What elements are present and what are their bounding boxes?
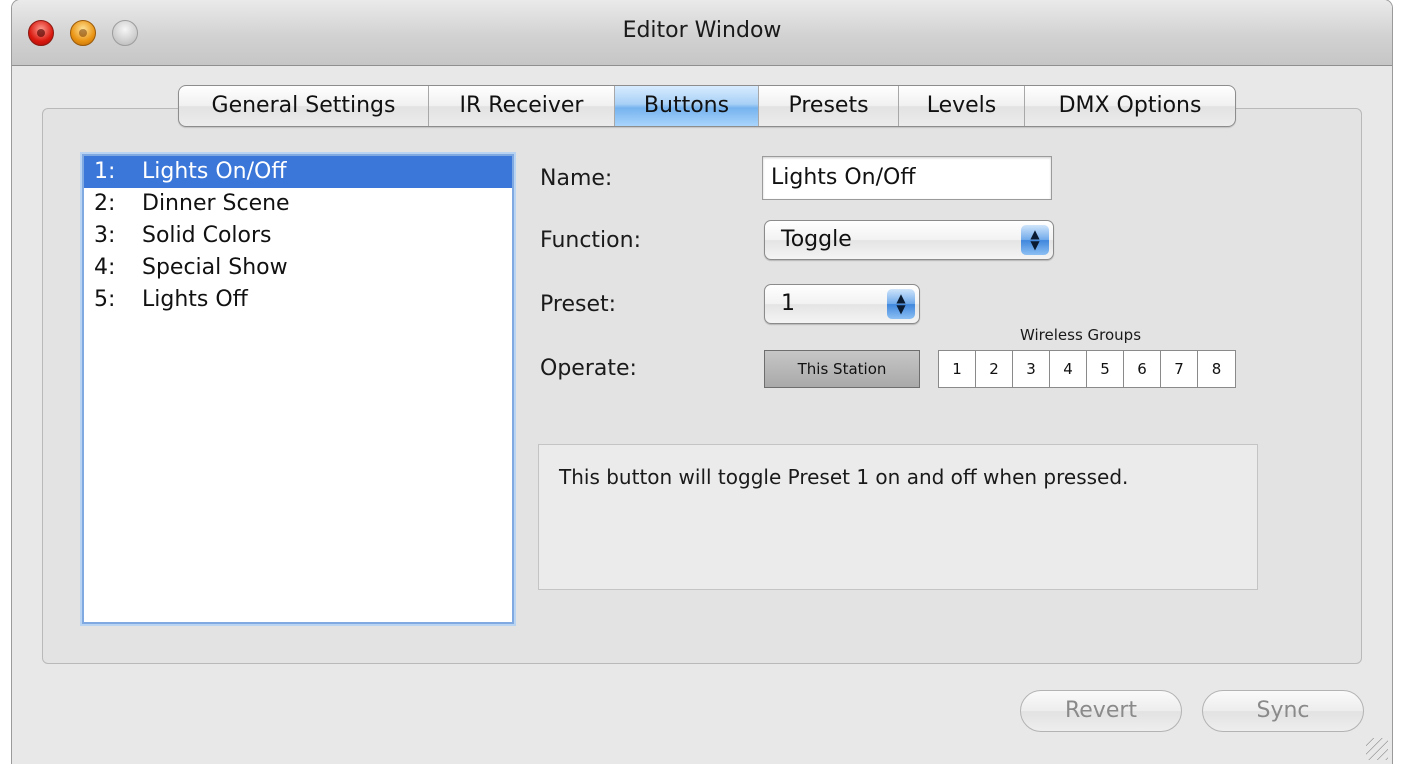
tab-levels[interactable]: Levels	[899, 86, 1025, 126]
window-title: Editor Window	[622, 18, 782, 43]
wireless-groups-selector: 1 2 3 4 5 6 7 8	[938, 350, 1236, 388]
wireless-group-button[interactable]: 5	[1087, 351, 1124, 387]
resize-grip-icon[interactable]	[1366, 738, 1388, 760]
list-item[interactable]: 5: Lights Off	[84, 284, 512, 316]
up-down-arrows-icon: ▲ ▼	[887, 289, 915, 319]
name-label: Name:	[540, 166, 613, 191]
wireless-group-button[interactable]: 2	[976, 351, 1013, 387]
list-item[interactable]: 2: Dinner Scene	[84, 188, 512, 220]
function-label: Function:	[540, 228, 641, 253]
tab-buttons[interactable]: Buttons	[615, 86, 759, 126]
list-item-number: 1:	[94, 159, 116, 184]
name-field[interactable]: Lights On/Off	[762, 156, 1052, 200]
list-item-number: 4:	[94, 255, 116, 280]
sync-button[interactable]: Sync	[1202, 690, 1364, 732]
list-item-number: 2:	[94, 191, 116, 216]
wireless-group-button[interactable]: 1	[939, 351, 976, 387]
tab-dmx-options[interactable]: DMX Options	[1025, 86, 1235, 126]
tab-general-settings[interactable]: General Settings	[179, 86, 429, 126]
tab-ir-receiver[interactable]: IR Receiver	[429, 86, 615, 126]
wireless-group-button[interactable]: 8	[1198, 351, 1235, 387]
this-station-button[interactable]: This Station	[764, 350, 920, 388]
preset-label: Preset:	[540, 292, 617, 317]
tab-presets[interactable]: Presets	[759, 86, 899, 126]
list-item-name: Special Show	[142, 255, 288, 280]
button-list[interactable]: 1: Lights On/Off 2: Dinner Scene 3: Soli…	[82, 154, 514, 624]
wireless-group-button[interactable]: 4	[1050, 351, 1087, 387]
tab-bar: General Settings IR Receiver Buttons Pre…	[178, 85, 1236, 127]
function-value: Toggle	[781, 227, 852, 252]
editor-window: Editor Window General Settings IR Receiv…	[12, 0, 1392, 764]
description-box: This button will toggle Preset 1 on and …	[538, 444, 1258, 590]
wireless-group-button[interactable]: 6	[1124, 351, 1161, 387]
list-item-name: Lights On/Off	[142, 159, 287, 184]
list-item[interactable]: 4: Special Show	[84, 252, 512, 284]
list-item[interactable]: 3: Solid Colors	[84, 220, 512, 252]
list-item[interactable]: 1: Lights On/Off	[84, 156, 512, 188]
list-item-number: 5:	[94, 287, 116, 312]
list-item-number: 3:	[94, 223, 116, 248]
wireless-group-button[interactable]: 7	[1161, 351, 1198, 387]
revert-button[interactable]: Revert	[1020, 690, 1182, 732]
operate-label: Operate:	[540, 356, 637, 381]
list-item-name: Lights Off	[142, 287, 248, 312]
preset-value: 1	[781, 291, 795, 316]
list-item-name: Dinner Scene	[142, 191, 290, 216]
preset-popup[interactable]: 1 ▲ ▼	[764, 284, 920, 324]
description-text: This button will toggle Preset 1 on and …	[559, 465, 1129, 489]
wireless-group-button[interactable]: 3	[1013, 351, 1050, 387]
function-popup[interactable]: Toggle ▲ ▼	[764, 220, 1054, 260]
title-bar[interactable]: Editor Window	[12, 0, 1392, 66]
wireless-groups-label: Wireless Groups	[1020, 326, 1142, 344]
list-item-name: Solid Colors	[142, 223, 272, 248]
up-down-arrows-icon: ▲ ▼	[1021, 225, 1049, 255]
